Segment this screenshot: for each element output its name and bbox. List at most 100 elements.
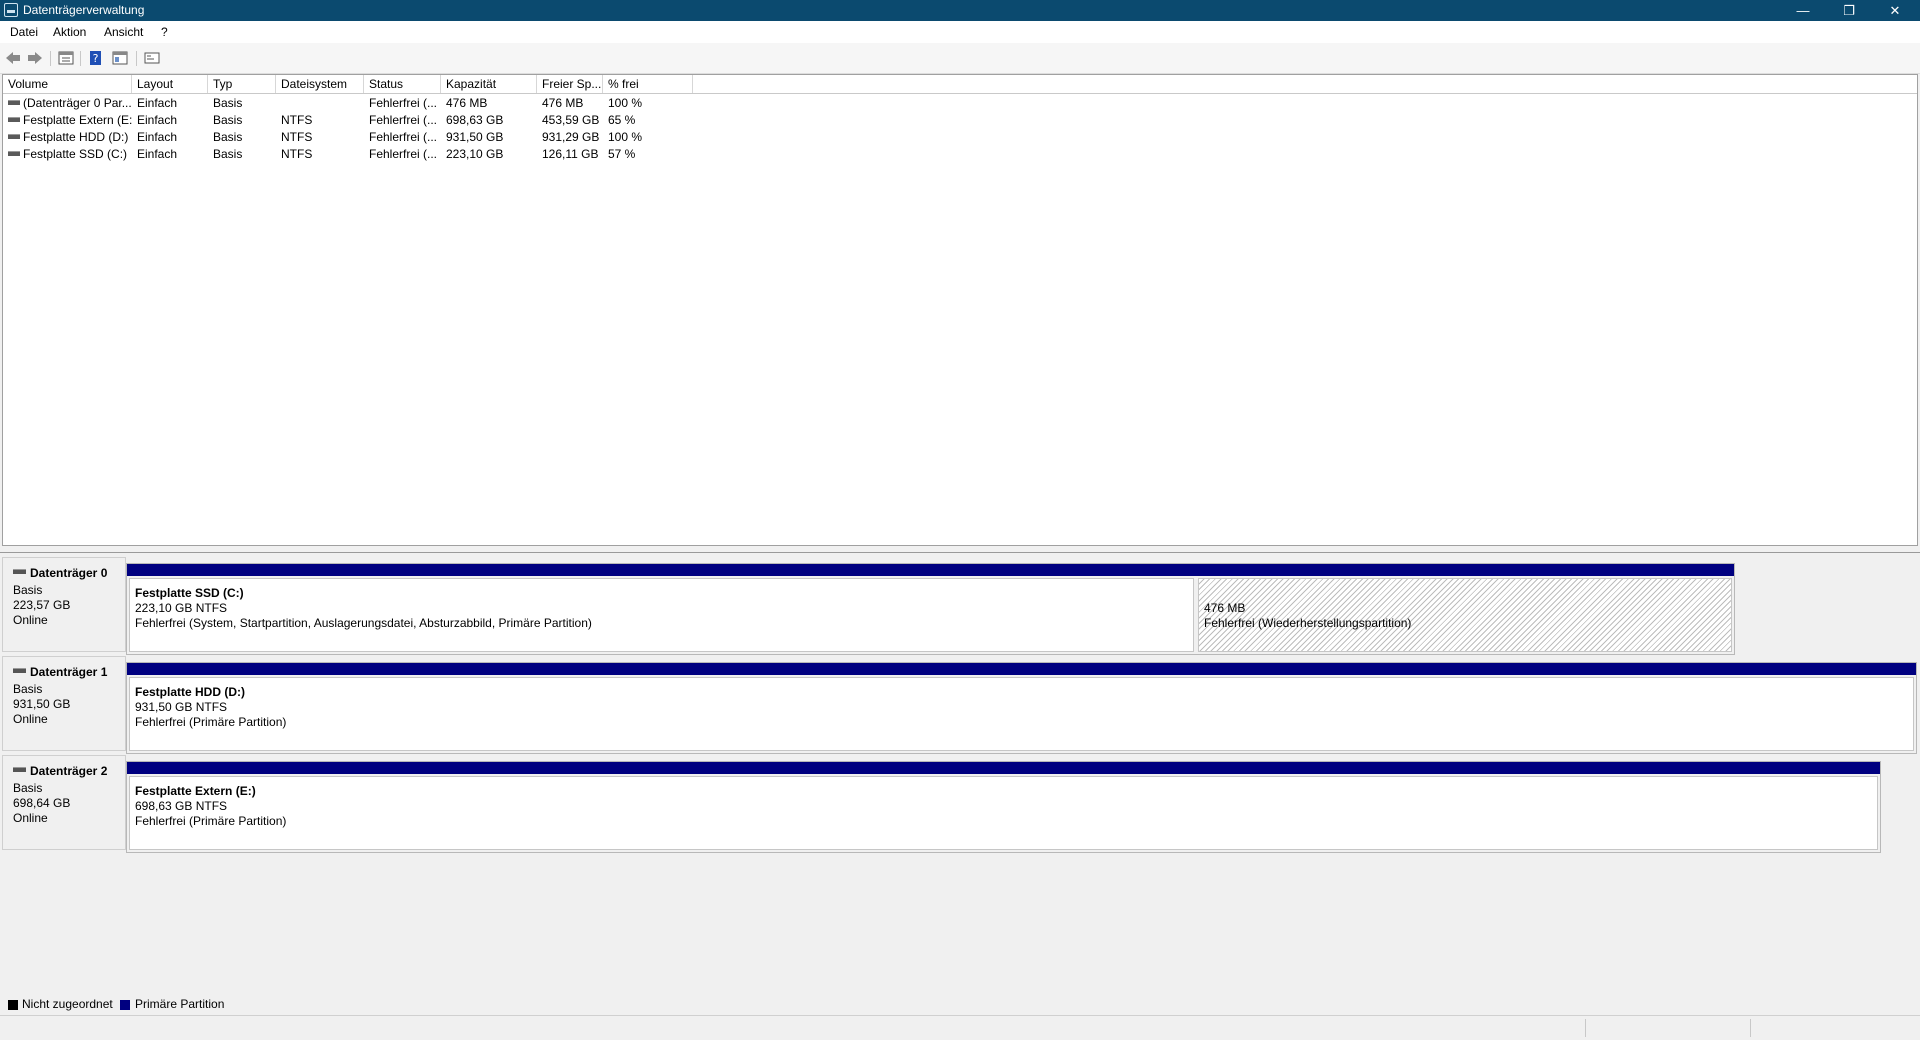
title-bar: Datenträgerverwaltung — ❐ ✕: [0, 0, 1920, 21]
column-typ[interactable]: Typ: [208, 75, 276, 93]
disk-info-0[interactable]: Datenträger 0 Basis 223,57 GB Online: [2, 557, 126, 652]
help-icon[interactable]: ?: [88, 50, 104, 66]
volume-name-cell: Festplatte HDD (D:): [3, 129, 132, 146]
partition-body: 476 MB Fehlerfrei (Wiederherstellungspar…: [1198, 578, 1732, 652]
forward-icon[interactable]: [27, 50, 43, 66]
capacity-cell: 931,50 GB: [446, 130, 504, 144]
disk-state: Online: [13, 712, 48, 726]
partition-title: Festplatte SSD (C:): [135, 586, 244, 600]
disk-state: Online: [13, 613, 48, 627]
minimize-button[interactable]: —: [1780, 0, 1826, 21]
volume-icon: [8, 100, 20, 106]
volume-name-cell: Festplatte SSD (C:): [3, 146, 132, 163]
volume-row[interactable]: Festplatte Extern (E:) Einfach Basis NTF…: [3, 112, 1917, 129]
disk-icon: [13, 569, 26, 575]
volume-row[interactable]: Festplatte HDD (D:) Einfach Basis NTFS F…: [3, 129, 1917, 146]
capacity-cell: 698,63 GB: [446, 113, 504, 127]
disk-name: Datenträger 0: [13, 566, 107, 580]
partition-d[interactable]: Festplatte HDD (D:) 931,50 GB NTFS Fehle…: [127, 663, 1916, 753]
disk-partitions-2: Festplatte Extern (E:) 698,63 GB NTFS Fe…: [126, 761, 1881, 853]
column-freier-speicher[interactable]: Freier Sp...: [537, 75, 603, 93]
disk-management-icon: [4, 3, 18, 17]
volume-name: (Datenträger 0 Par...: [23, 96, 132, 110]
type-cell: Basis: [213, 113, 243, 127]
disk-size: 223,57 GB: [13, 598, 71, 612]
disk-name-text: Datenträger 2: [30, 764, 108, 778]
menu-aktion[interactable]: Aktion: [53, 25, 86, 39]
column-volume[interactable]: Volume: [3, 75, 132, 93]
console-icon[interactable]: [144, 50, 160, 66]
disk-type: Basis: [13, 781, 43, 795]
percent-free-cell: 100 %: [608, 96, 643, 110]
disk-partitions-1: Festplatte HDD (D:) 931,50 GB NTFS Fehle…: [126, 662, 1917, 754]
type-cell: Basis: [213, 96, 243, 110]
menu-help[interactable]: ?: [161, 25, 168, 39]
column-prozent-frei[interactable]: % frei: [603, 75, 693, 93]
free-space-cell: 476 MB: [542, 96, 584, 110]
type-cell: Basis: [213, 130, 243, 144]
volume-list: Volume Layout Typ Dateisystem Status Kap…: [2, 74, 1918, 546]
partition-size: 931,50 GB NTFS: [135, 700, 228, 714]
partition-e[interactable]: Festplatte Extern (E:) 698,63 GB NTFS Fe…: [127, 762, 1880, 852]
disk-icon: [13, 767, 26, 773]
primary-partition-band: [127, 762, 1880, 774]
disk-name-text: Datenträger 1: [30, 665, 108, 679]
percent-free-cell: 100 %: [608, 130, 643, 144]
layout-cell: Einfach: [137, 147, 178, 161]
legend-primary: Primäre Partition: [135, 997, 225, 1011]
partition-status: Fehlerfrei (Wiederherstellungspartition): [1204, 616, 1412, 630]
capacity-cell: 476 MB: [446, 96, 488, 110]
disk-type: Basis: [13, 682, 43, 696]
volume-name: Festplatte HDD (D:): [23, 130, 129, 144]
disk-name-text: Datenträger 0: [30, 566, 108, 580]
volume-name: Festplatte SSD (C:): [23, 147, 128, 161]
disk-size: 931,50 GB: [13, 697, 71, 711]
restore-button[interactable]: ❐: [1826, 0, 1872, 21]
volume-icon: [8, 151, 20, 157]
column-kapazitaet[interactable]: Kapazität: [441, 75, 537, 93]
status-cell: Fehlerfrei (...: [369, 147, 438, 161]
toolbar-separator: [136, 51, 137, 66]
partition-recovery[interactable]: 476 MB Fehlerfrei (Wiederherstellungspar…: [1196, 564, 1734, 654]
status-separator: [1585, 1019, 1586, 1037]
partition-status: Fehlerfrei (Primäre Partition): [135, 814, 287, 828]
status-cell: Fehlerfrei (...: [369, 130, 438, 144]
close-button[interactable]: ✕: [1872, 0, 1918, 21]
filesystem-cell: NTFS: [281, 113, 313, 127]
volume-icon: [8, 134, 20, 140]
disk-info-1[interactable]: Datenträger 1 Basis 931,50 GB Online: [2, 656, 126, 751]
disk-state: Online: [13, 811, 48, 825]
partition-size: 698,63 GB NTFS: [135, 799, 228, 813]
disk-name: Datenträger 2: [13, 764, 107, 778]
percent-free-cell: 65 %: [608, 113, 636, 127]
filesystem-cell: [276, 95, 364, 112]
volume-name-cell: Festplatte Extern (E:): [3, 112, 132, 129]
toolbar-separator: [80, 51, 81, 66]
pane-splitter[interactable]: [0, 547, 1920, 553]
partition-c[interactable]: Festplatte SSD (C:) 223,10 GB NTFS Fehle…: [127, 564, 1196, 654]
legend: Nicht zugeordnet Primäre Partition: [0, 995, 1920, 1013]
volume-row[interactable]: Festplatte SSD (C:) Einfach Basis NTFS F…: [3, 146, 1917, 163]
menu-ansicht[interactable]: Ansicht: [104, 25, 143, 39]
column-dateisystem[interactable]: Dateisystem: [276, 75, 364, 93]
disk-info-2[interactable]: Datenträger 2 Basis 698,64 GB Online: [2, 755, 126, 850]
legend-unallocated: Nicht zugeordnet: [22, 997, 113, 1011]
volume-row[interactable]: (Datenträger 0 Par... Einfach Basis Fehl…: [3, 95, 1917, 112]
menu-datei[interactable]: Datei: [10, 25, 38, 39]
disk-name: Datenträger 1: [13, 665, 107, 679]
layout-cell: Einfach: [137, 130, 178, 144]
volume-list-header: Volume Layout Typ Dateisystem Status Kap…: [3, 75, 1917, 94]
free-space-cell: 931,29 GB: [542, 130, 600, 144]
column-layout[interactable]: Layout: [132, 75, 208, 93]
column-status[interactable]: Status: [364, 75, 441, 93]
window-title: Datenträgerverwaltung: [23, 3, 145, 17]
primary-partition-band: [127, 663, 1916, 675]
properties-icon[interactable]: [112, 50, 128, 66]
partition-title: Festplatte Extern (E:): [135, 784, 256, 798]
partition-body: Festplatte SSD (C:) 223,10 GB NTFS Fehle…: [129, 578, 1194, 652]
back-icon[interactable]: [5, 50, 21, 66]
list-icon[interactable]: [58, 50, 74, 66]
status-cell: Fehlerfrei (...: [369, 113, 438, 127]
legend-swatch-unallocated: [8, 1000, 18, 1010]
volume-name-cell: (Datenträger 0 Par...: [3, 95, 132, 112]
